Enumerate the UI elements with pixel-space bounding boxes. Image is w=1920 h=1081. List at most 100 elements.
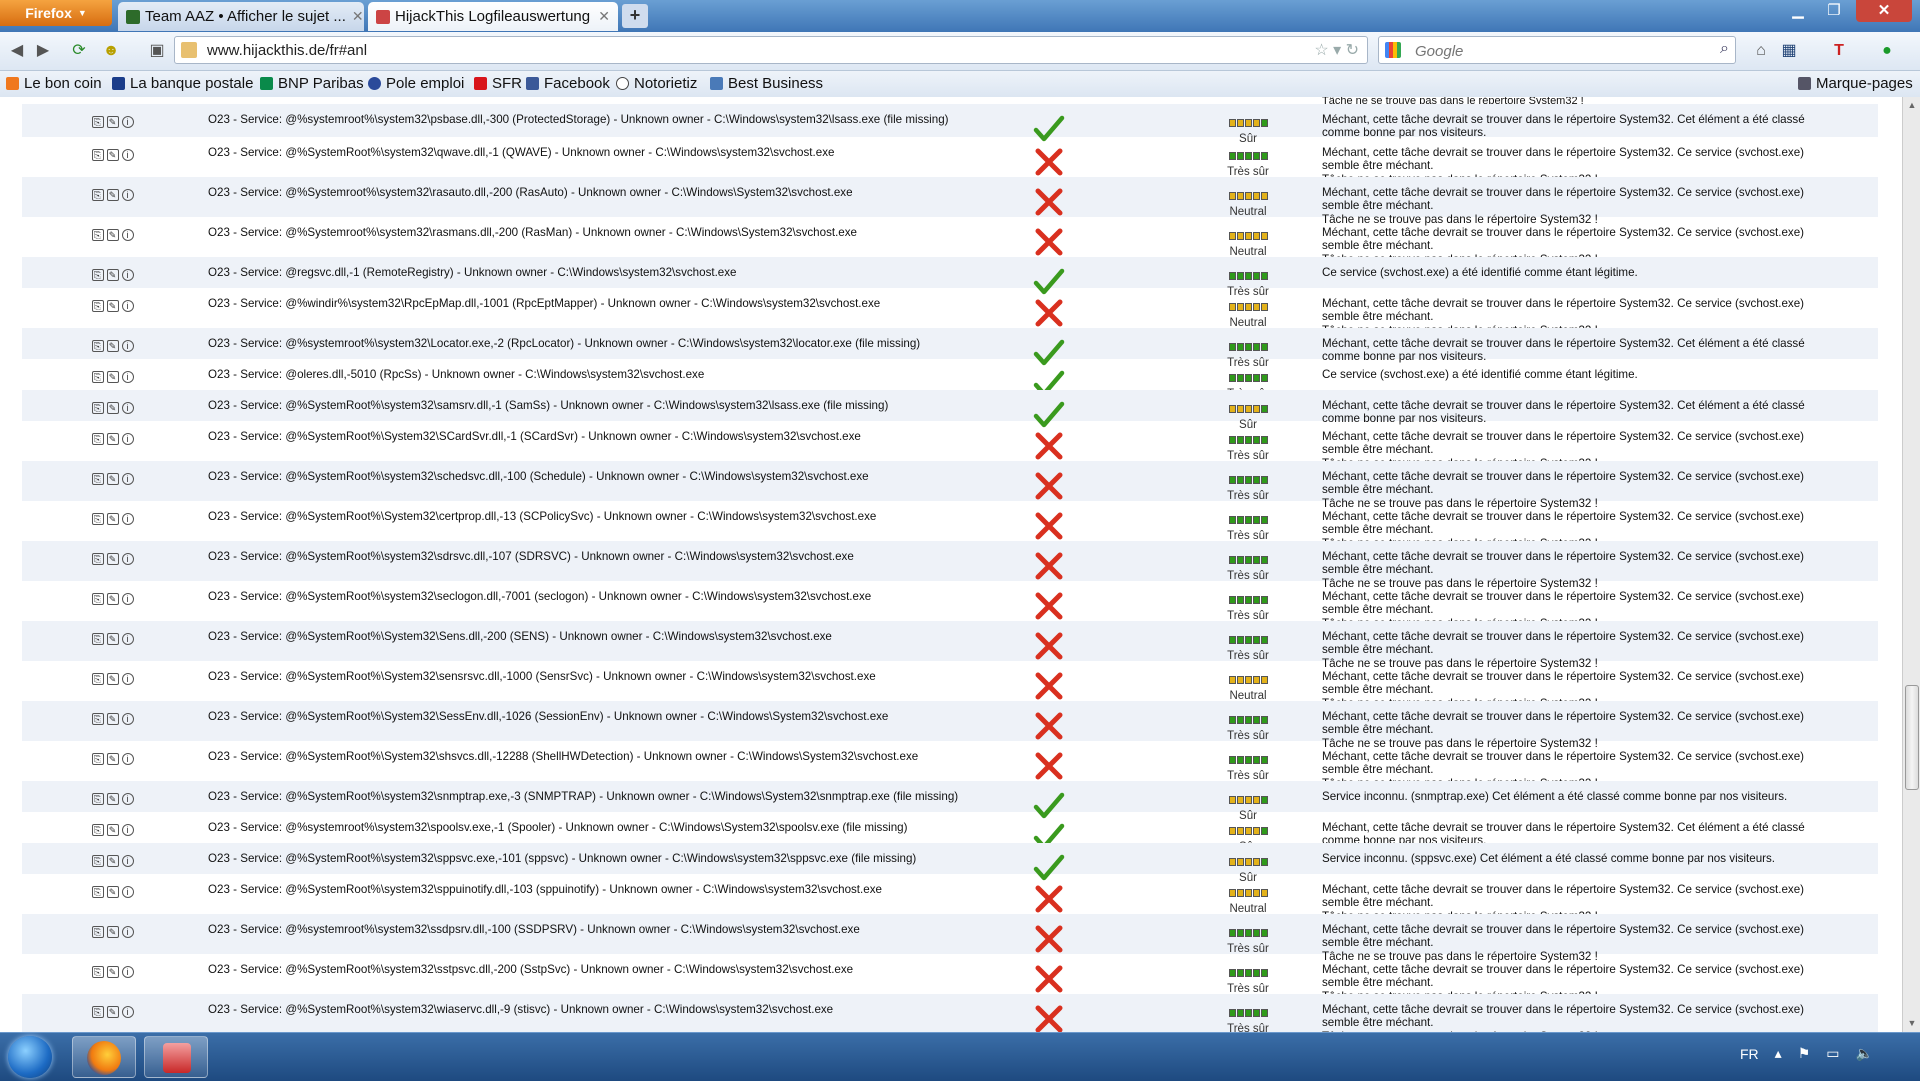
- comment-icon[interactable]: ✎: [107, 1006, 119, 1018]
- comment-icon[interactable]: ✎: [107, 673, 119, 685]
- comment-icon[interactable]: ✎: [107, 371, 119, 383]
- copy-icon[interactable]: ⎘: [92, 633, 104, 645]
- comment-icon[interactable]: ✎: [107, 340, 119, 352]
- copy-icon[interactable]: ⎘: [92, 269, 104, 281]
- info-icon[interactable]: i: [122, 673, 134, 685]
- dropdown-arrow-icon[interactable]: ▾: [1333, 42, 1341, 59]
- info-icon[interactable]: i: [122, 593, 134, 605]
- scroll-up-icon[interactable]: ▲: [1903, 97, 1920, 114]
- info-icon[interactable]: i: [122, 300, 134, 312]
- google-icon[interactable]: [1385, 42, 1401, 58]
- comment-icon[interactable]: ✎: [107, 886, 119, 898]
- info-icon[interactable]: i: [122, 966, 134, 978]
- addon-translate-icon[interactable]: ▦: [1778, 40, 1800, 62]
- search-icon[interactable]: ⌕: [1720, 40, 1729, 58]
- info-icon[interactable]: i: [122, 713, 134, 725]
- bookmark-sfr[interactable]: SFR: [474, 75, 522, 92]
- volume-icon[interactable]: 🔈: [1856, 1045, 1873, 1062]
- comment-icon[interactable]: ✎: [107, 926, 119, 938]
- copy-icon[interactable]: ⎘: [92, 513, 104, 525]
- reload-addon-icon[interactable]: ⟳: [68, 40, 90, 62]
- copy-icon[interactable]: ⎘: [92, 189, 104, 201]
- info-icon[interactable]: i: [122, 189, 134, 201]
- bookmark-best-business[interactable]: Best Business: [710, 75, 823, 92]
- copy-icon[interactable]: ⎘: [92, 966, 104, 978]
- info-icon[interactable]: i: [122, 855, 134, 867]
- addon-printer-icon[interactable]: ▣: [146, 40, 168, 62]
- close-tab-icon[interactable]: ✕: [592, 8, 610, 25]
- new-tab-button[interactable]: +: [622, 4, 648, 28]
- forward-arrow-icon[interactable]: ▶: [32, 40, 54, 62]
- copy-icon[interactable]: ⎘: [92, 713, 104, 725]
- bookmark-la-banque-postale[interactable]: La banque postale: [112, 75, 253, 92]
- info-icon[interactable]: i: [122, 886, 134, 898]
- network-icon[interactable]: ▭: [1826, 1045, 1839, 1062]
- scroll-down-icon[interactable]: ▼: [1903, 1015, 1920, 1032]
- taskbar-firefox[interactable]: [72, 1036, 136, 1078]
- comment-icon[interactable]: ✎: [107, 229, 119, 241]
- copy-icon[interactable]: ⎘: [92, 402, 104, 414]
- comment-icon[interactable]: ✎: [107, 966, 119, 978]
- info-icon[interactable]: i: [122, 371, 134, 383]
- reload-icon[interactable]: ↻: [1346, 42, 1359, 59]
- search-bar[interactable]: ⌕: [1378, 36, 1736, 64]
- comment-icon[interactable]: ✎: [107, 824, 119, 836]
- url-bar[interactable]: www.hijackthis.de/fr#anl ☆ ▾ ↻: [174, 36, 1368, 64]
- comment-icon[interactable]: ✎: [107, 300, 119, 312]
- comment-icon[interactable]: ✎: [107, 402, 119, 414]
- vertical-scrollbar[interactable]: ▲ ▼: [1902, 97, 1920, 1032]
- search-input[interactable]: [1413, 40, 1697, 62]
- comment-icon[interactable]: ✎: [107, 855, 119, 867]
- info-icon[interactable]: i: [122, 553, 134, 565]
- comment-icon[interactable]: ✎: [107, 633, 119, 645]
- copy-icon[interactable]: ⎘: [92, 926, 104, 938]
- bookmarks-folder-marque-pages[interactable]: Marque-pages: [1798, 75, 1913, 92]
- copy-icon[interactable]: ⎘: [92, 300, 104, 312]
- info-icon[interactable]: i: [122, 433, 134, 445]
- copy-icon[interactable]: ⎘: [92, 855, 104, 867]
- bookmark-bnp-paribas[interactable]: BNP Paribas: [260, 75, 364, 92]
- info-icon[interactable]: i: [122, 269, 134, 281]
- info-icon[interactable]: i: [122, 340, 134, 352]
- copy-icon[interactable]: ⎘: [92, 753, 104, 765]
- addon-smiley-icon[interactable]: ☻: [100, 40, 122, 62]
- comment-icon[interactable]: ✎: [107, 753, 119, 765]
- copy-icon[interactable]: ⎘: [92, 824, 104, 836]
- info-icon[interactable]: i: [122, 513, 134, 525]
- close-window-icon[interactable]: ✕: [1856, 0, 1912, 22]
- comment-icon[interactable]: ✎: [107, 793, 119, 805]
- copy-icon[interactable]: ⎘: [92, 433, 104, 445]
- info-icon[interactable]: i: [122, 793, 134, 805]
- info-icon[interactable]: i: [122, 1006, 134, 1018]
- action-center-flag-icon[interactable]: ⚑: [1798, 1045, 1811, 1062]
- copy-icon[interactable]: ⎘: [92, 229, 104, 241]
- firefox-menu-button[interactable]: Firefox ▼: [0, 0, 112, 26]
- info-icon[interactable]: i: [122, 116, 134, 128]
- info-icon[interactable]: i: [122, 229, 134, 241]
- comment-icon[interactable]: ✎: [107, 593, 119, 605]
- copy-icon[interactable]: ⎘: [92, 886, 104, 898]
- comment-icon[interactable]: ✎: [107, 513, 119, 525]
- comment-icon[interactable]: ✎: [107, 116, 119, 128]
- copy-icon[interactable]: ⎘: [92, 371, 104, 383]
- addon-green-circle-icon[interactable]: ●: [1876, 40, 1898, 62]
- bookmark-pole-emploi[interactable]: Pole emploi: [368, 75, 464, 92]
- copy-icon[interactable]: ⎘: [92, 473, 104, 485]
- copy-icon[interactable]: ⎘: [92, 673, 104, 685]
- info-icon[interactable]: i: [122, 633, 134, 645]
- info-icon[interactable]: i: [122, 926, 134, 938]
- copy-icon[interactable]: ⎘: [92, 340, 104, 352]
- maximize-icon[interactable]: ❐: [1818, 0, 1850, 22]
- comment-icon[interactable]: ✎: [107, 473, 119, 485]
- bookmark-notorietiz[interactable]: Notorietiz: [616, 75, 697, 92]
- taskbar-app[interactable]: [144, 1036, 208, 1078]
- comment-icon[interactable]: ✎: [107, 433, 119, 445]
- bookmark-star-icon[interactable]: ☆: [1314, 42, 1328, 59]
- back-arrow-icon[interactable]: ◀: [6, 40, 28, 62]
- comment-icon[interactable]: ✎: [107, 553, 119, 565]
- comment-icon[interactable]: ✎: [107, 269, 119, 281]
- bookmark-facebook[interactable]: Facebook: [526, 75, 610, 92]
- scrollbar-thumb[interactable]: [1905, 685, 1919, 790]
- tab-hijackthis[interactable]: HijackThis Logfileauswertung ✕: [368, 2, 618, 31]
- home-icon[interactable]: ⌂: [1750, 40, 1772, 62]
